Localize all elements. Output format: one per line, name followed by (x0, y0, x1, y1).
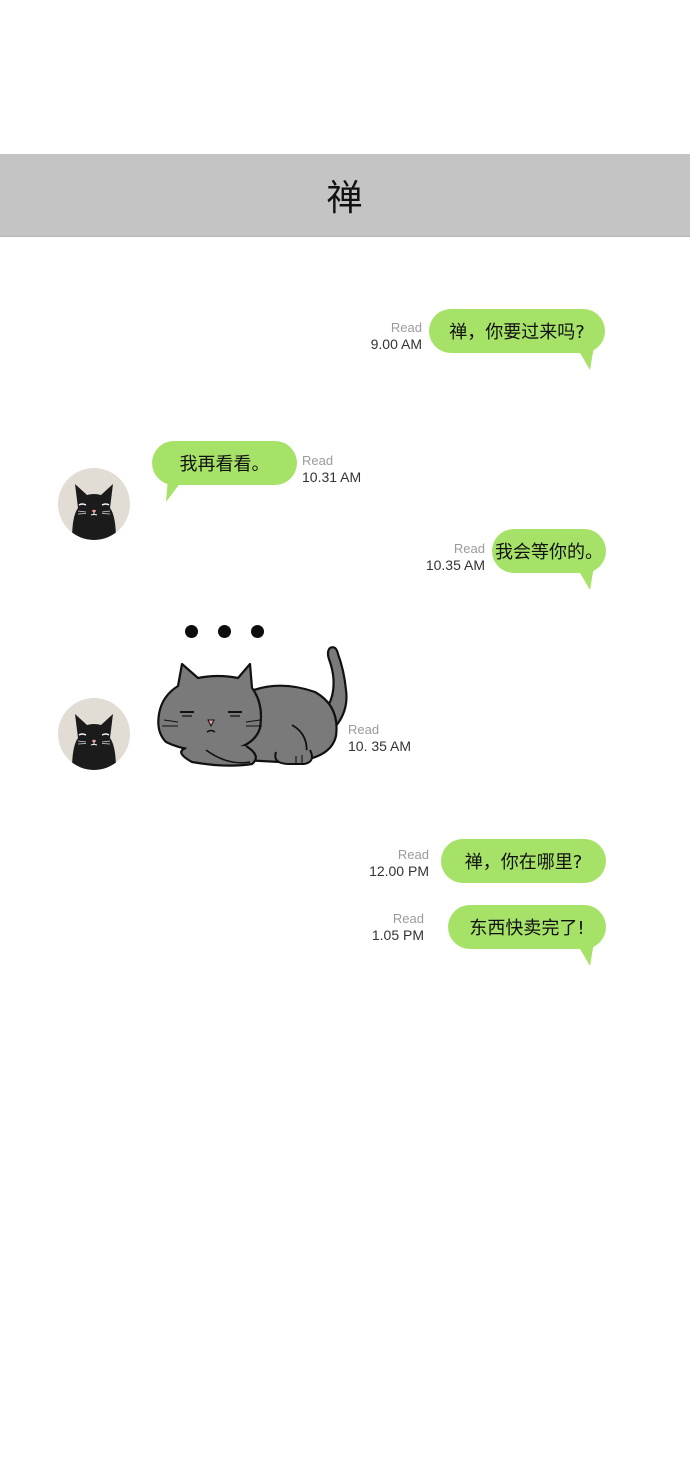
message-text: 禅，你在哪里? (464, 852, 583, 873)
message-time: 10.35 AM (425, 557, 485, 573)
read-status: Read (348, 722, 380, 737)
message-bubble-outgoing[interactable]: 东西快卖完了! (448, 905, 606, 949)
message-text: 我会等你的。 (495, 542, 603, 563)
message-bubble-incoming[interactable]: 我再看看。 (152, 441, 297, 485)
message-meta: Read 10.35 AM (405, 540, 485, 574)
message-meta: Read 10. 35 AM (348, 721, 428, 755)
message-time: 12.00 PM (369, 863, 429, 879)
read-status: Read (390, 320, 422, 335)
message-meta: Read 10.31 AM (302, 452, 382, 486)
message-meta: Read 12.00 PM (349, 846, 429, 880)
message-meta: Read 9.00 AM (352, 319, 422, 353)
black-cat-avatar-icon[interactable] (58, 698, 130, 770)
message-meta: Read 1.05 PM (348, 910, 424, 944)
message-time: 10. 35 AM (348, 738, 412, 754)
ellipsis-dots-icon (180, 622, 280, 642)
message-time: 9.00 AM (370, 336, 422, 352)
message-bubble-outgoing[interactable]: 禅，你在哪里? (441, 839, 606, 883)
read-status: Read (397, 847, 429, 862)
grumpy-gray-cat-sticker[interactable] (150, 640, 355, 775)
message-bubble-outgoing[interactable]: 我会等你的。 (492, 529, 606, 573)
contact-name: 禅 (326, 178, 364, 219)
message-text: 禅，你要过来吗? (449, 322, 585, 343)
message-time: 1.05 PM (371, 927, 424, 943)
read-status: Read (302, 453, 334, 468)
read-status: Read (453, 541, 485, 556)
chat-header: 禅 (0, 154, 690, 237)
black-cat-avatar-icon[interactable] (58, 468, 130, 540)
message-time: 10.31 AM (302, 469, 362, 485)
message-text: 东西快卖完了! (469, 918, 585, 939)
message-text: 我再看看。 (179, 454, 270, 475)
message-bubble-outgoing[interactable]: 禅，你要过来吗? (429, 309, 605, 353)
read-status: Read (392, 911, 424, 926)
